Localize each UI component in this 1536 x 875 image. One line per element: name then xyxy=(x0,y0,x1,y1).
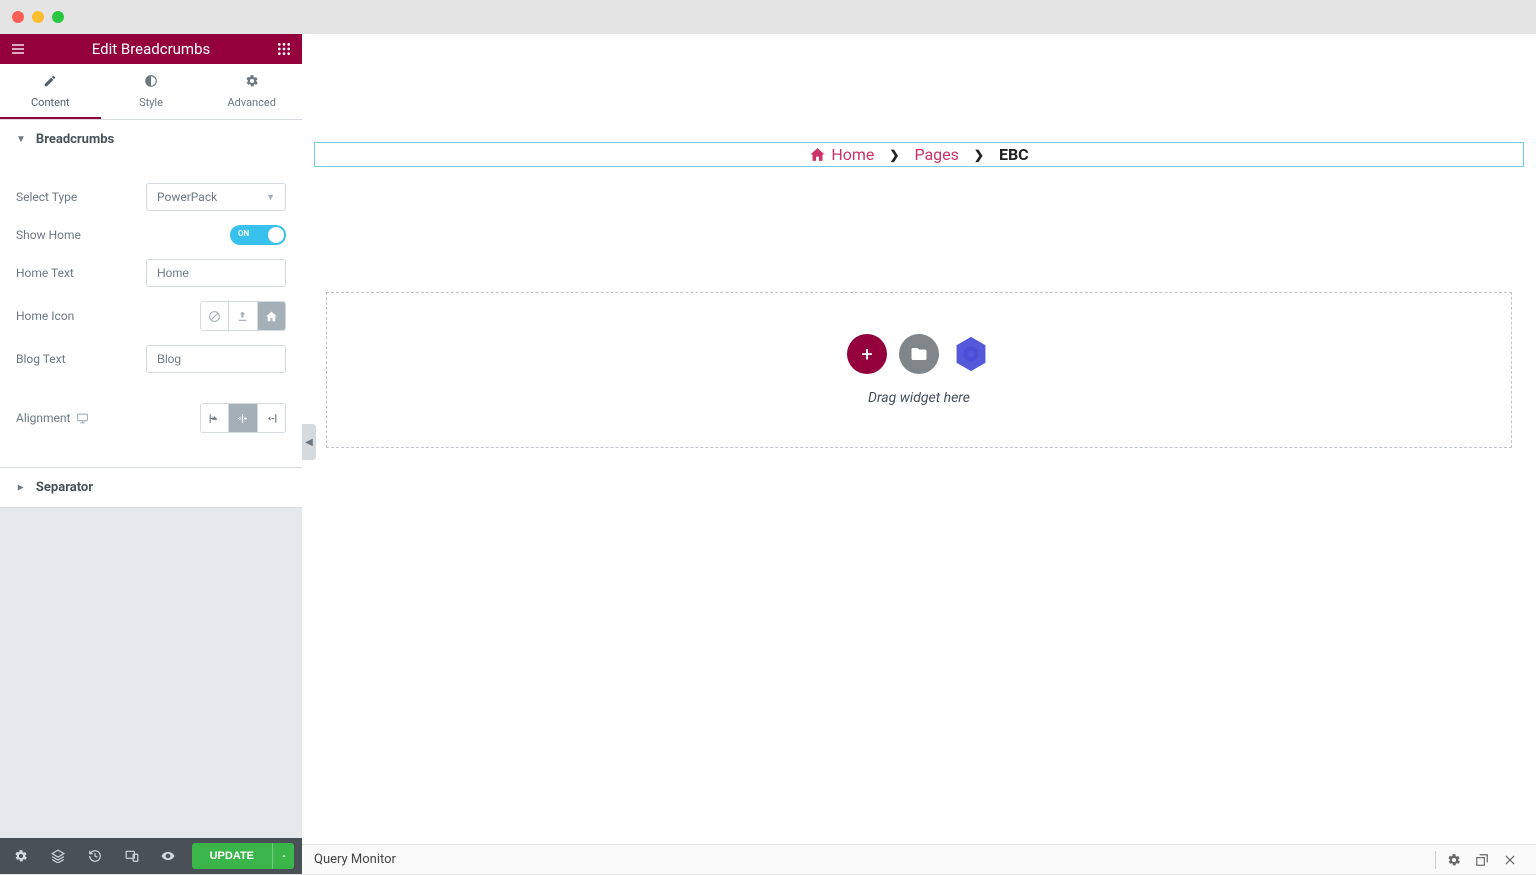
breadcrumb-current: EBC xyxy=(999,145,1029,164)
tab-style[interactable]: Style xyxy=(101,64,202,119)
update-button[interactable]: UPDATE xyxy=(192,843,272,869)
breadcrumb-pages-link[interactable]: Pages xyxy=(914,145,958,164)
add-template-button[interactable] xyxy=(899,334,939,374)
maximize-window-button[interactable] xyxy=(52,11,64,23)
tab-style-label: Style xyxy=(139,96,163,109)
select-type-value: PowerPack xyxy=(157,190,217,204)
settings-icon[interactable] xyxy=(8,838,35,874)
navigator-icon[interactable] xyxy=(45,838,72,874)
section-breadcrumbs-header[interactable]: ▼ Breadcrumbs xyxy=(0,120,302,159)
home-icon xyxy=(809,146,826,163)
breadcrumb-widget[interactable]: Home ❯ Pages ❯ EBC xyxy=(314,142,1524,167)
chevron-right-icon: ❯ xyxy=(889,148,899,162)
update-button-group: UPDATE xyxy=(192,843,294,869)
tab-content-label: Content xyxy=(31,96,70,109)
tab-content[interactable]: Content xyxy=(0,64,101,119)
section-separator: ▼ Separator xyxy=(0,468,302,508)
caret-down-icon: ▼ xyxy=(16,134,26,145)
close-window-button[interactable] xyxy=(12,11,24,23)
sidebar-title: Edit Breadcrumbs xyxy=(26,40,276,58)
chevron-right-icon: ❯ xyxy=(974,148,984,162)
align-left-button[interactable] xyxy=(201,404,229,432)
icon-home-button[interactable] xyxy=(258,302,285,330)
icon-none-button[interactable] xyxy=(201,302,229,330)
field-blog-text: Blog Text xyxy=(16,345,286,373)
caret-right-icon: ▼ xyxy=(15,483,26,493)
dropzone-icons: + xyxy=(847,334,991,374)
sidebar-bottom-bar: UPDATE xyxy=(0,838,302,874)
align-center-button[interactable] xyxy=(229,404,257,432)
pencil-icon xyxy=(43,74,57,92)
sidebar-collapse-handle[interactable]: ◀ xyxy=(302,424,316,460)
history-icon[interactable] xyxy=(81,838,108,874)
blog-text-input[interactable] xyxy=(147,346,286,372)
add-section-button[interactable]: + xyxy=(847,334,887,374)
status-bar: Query Monitor xyxy=(302,844,1536,874)
sidebar-header: Edit Breadcrumbs xyxy=(0,34,302,64)
home-text-input[interactable] xyxy=(147,260,286,286)
select-type-dropdown[interactable]: PowerPack ▼ xyxy=(146,183,286,211)
section-breadcrumbs-title: Breadcrumbs xyxy=(36,132,114,147)
blog-text-label: Blog Text xyxy=(16,352,146,366)
add-powerpack-button[interactable] xyxy=(951,334,991,374)
alignment-chooser xyxy=(200,403,286,433)
section-separator-title: Separator xyxy=(36,480,93,495)
widgets-grid-icon[interactable] xyxy=(276,41,292,57)
toggle-on-label: ON xyxy=(238,229,249,238)
update-options-button[interactable] xyxy=(272,843,294,869)
icon-upload-button[interactable] xyxy=(229,302,257,330)
select-type-label: Select Type xyxy=(16,190,146,204)
section-separator-header[interactable]: ▼ Separator xyxy=(0,468,302,507)
home-text-label: Home Text xyxy=(16,266,146,280)
minimize-window-button[interactable] xyxy=(32,11,44,23)
home-icon-label: Home Icon xyxy=(16,309,146,323)
sidebar-gap xyxy=(0,508,302,874)
query-monitor-label[interactable]: Query Monitor xyxy=(314,852,396,867)
breadcrumbs-fields: Select Type PowerPack ▼ Show Home ON xyxy=(0,159,302,467)
gear-icon xyxy=(245,74,259,92)
field-select-type: Select Type PowerPack ▼ xyxy=(16,183,286,211)
section-breadcrumbs: ▼ Breadcrumbs Select Type PowerPack ▼ Sh… xyxy=(0,120,302,468)
alignment-label-wrap: Alignment xyxy=(16,411,146,425)
show-home-label: Show Home xyxy=(16,228,146,242)
status-close-icon[interactable] xyxy=(1496,845,1524,875)
chevron-down-icon: ▼ xyxy=(266,192,275,203)
field-alignment: Alignment xyxy=(16,403,286,433)
show-home-toggle[interactable]: ON xyxy=(230,225,286,245)
breadcrumb-home-link[interactable]: Home xyxy=(831,145,874,164)
field-home-icon: Home Icon xyxy=(16,301,286,331)
editor-sidebar: Edit Breadcrumbs Content Style xyxy=(0,34,302,874)
desktop-icon[interactable] xyxy=(76,412,89,425)
alignment-label: Alignment xyxy=(16,411,70,425)
field-home-text: Home Text xyxy=(16,259,286,287)
window-chrome xyxy=(0,0,1536,34)
status-settings-icon[interactable] xyxy=(1440,845,1468,875)
field-show-home: Show Home ON xyxy=(16,225,286,245)
align-right-button[interactable] xyxy=(258,404,285,432)
toggle-knob xyxy=(268,227,284,243)
panel-tabs: Content Style Advanced xyxy=(0,64,302,120)
contrast-icon xyxy=(144,74,158,92)
responsive-icon[interactable] xyxy=(118,838,145,874)
blog-text-input-wrap xyxy=(146,345,286,373)
preview-icon[interactable] xyxy=(155,838,182,874)
status-popout-icon[interactable] xyxy=(1468,845,1496,875)
tab-advanced[interactable]: Advanced xyxy=(201,64,302,119)
menu-icon[interactable] xyxy=(10,41,26,57)
tab-advanced-label: Advanced xyxy=(227,96,275,109)
home-icon-chooser xyxy=(200,301,286,331)
widget-dropzone[interactable]: + Drag widget here xyxy=(326,292,1512,448)
home-text-input-wrap xyxy=(146,259,286,287)
editor-canvas: ◀ Home ❯ Pages ❯ EBC + Drag widget here xyxy=(302,34,1536,874)
dropzone-text: Drag widget here xyxy=(868,390,970,406)
